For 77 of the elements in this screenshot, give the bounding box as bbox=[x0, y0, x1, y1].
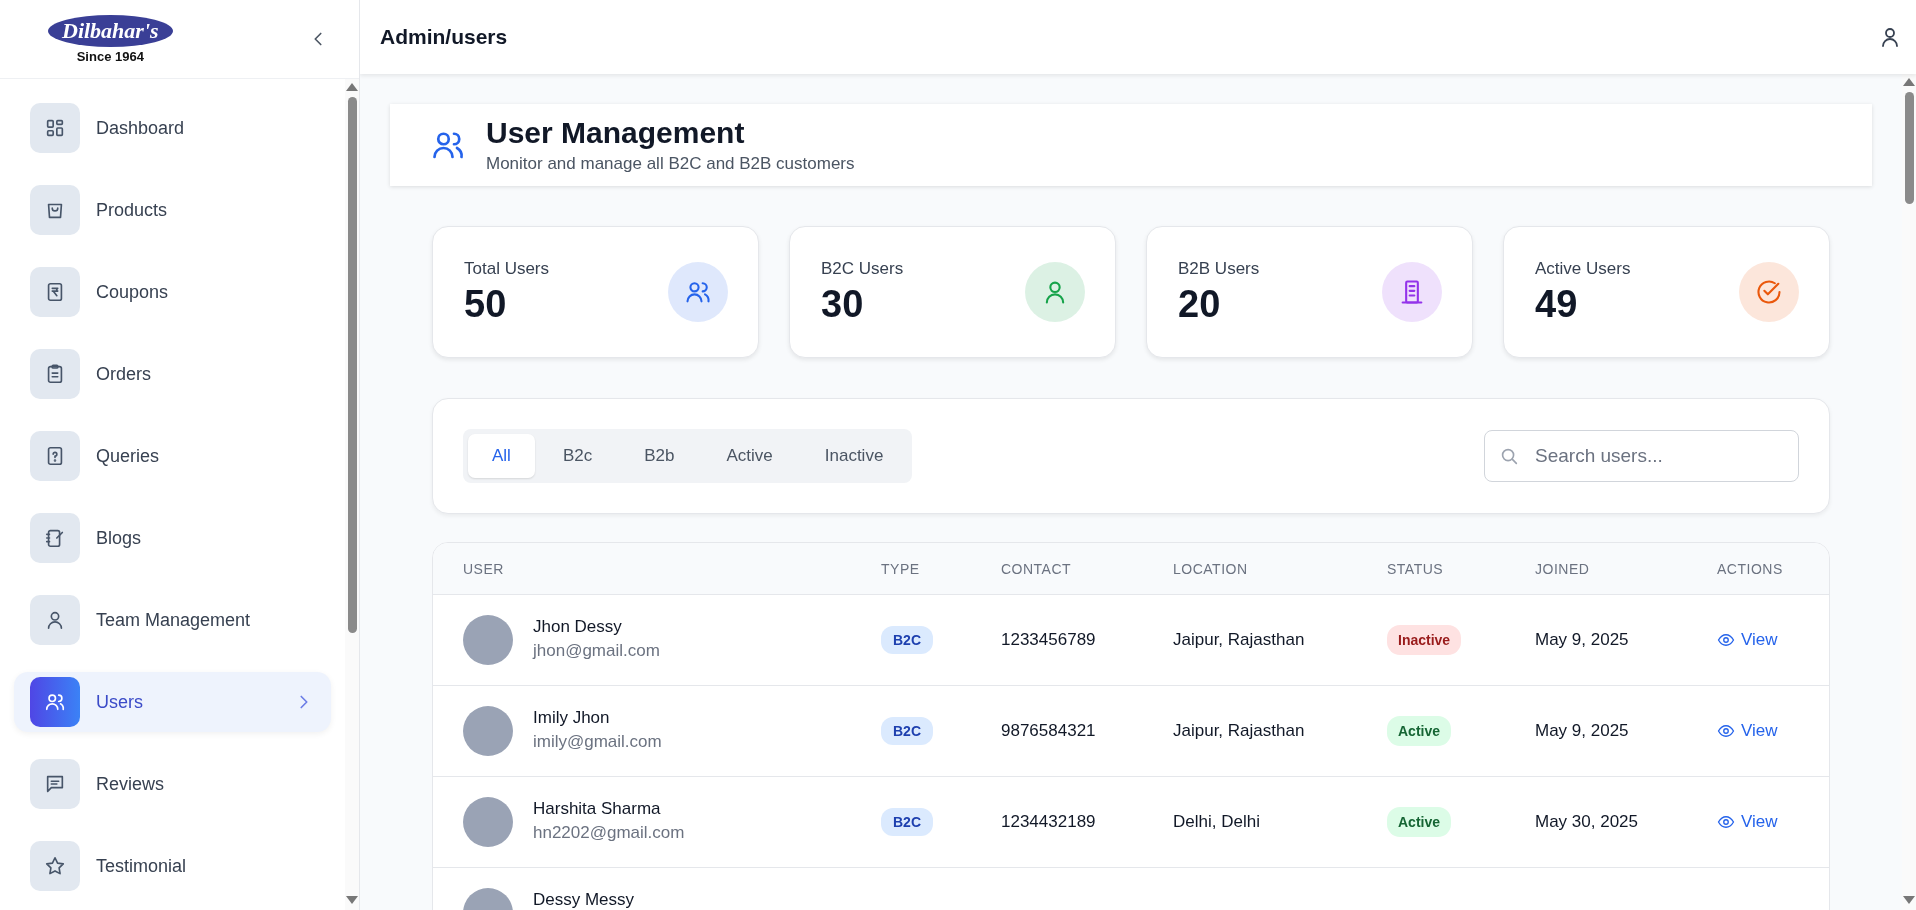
user-type-tag: B2C bbox=[881, 626, 933, 654]
stat-value: 20 bbox=[1178, 282, 1222, 326]
user-name: Imily Jhon bbox=[533, 708, 611, 728]
status-tag: Inactive bbox=[1387, 625, 1462, 655]
location-text: Delhi, Delhi bbox=[1173, 812, 1260, 832]
page-breadcrumb: Admin/users bbox=[380, 25, 508, 49]
user-type-tag: B2C bbox=[881, 717, 933, 745]
filter-tab[interactable]: B2c bbox=[538, 434, 617, 478]
column-header: JOINED bbox=[1535, 543, 1717, 595]
stat-label: B2B Users bbox=[1178, 258, 1260, 279]
column-header: TYPE bbox=[881, 543, 1001, 595]
sidebar-item[interactable]: Testimonial bbox=[14, 836, 331, 896]
filter-tab[interactable]: B2b bbox=[620, 434, 699, 478]
view-link[interactable]: View bbox=[1717, 812, 1778, 832]
stat-label: Active Users bbox=[1535, 258, 1631, 279]
column-header: USER bbox=[433, 543, 881, 595]
chat-icon bbox=[30, 759, 80, 809]
sidebar-item[interactable]: Products bbox=[14, 180, 331, 240]
grid-icon bbox=[30, 103, 80, 153]
stat-label: Total Users bbox=[464, 258, 550, 279]
filter-tab[interactable]: All bbox=[468, 434, 535, 478]
view-link[interactable]: View bbox=[1717, 721, 1778, 741]
page-subtitle: Monitor and manage all B2C and B2B customers bbox=[486, 154, 855, 174]
status-tag: Active bbox=[1387, 716, 1452, 746]
rupee-receipt-icon bbox=[30, 267, 80, 317]
user-email: jhon@gmail.com bbox=[533, 641, 660, 661]
sidebar-item[interactable]: Reviews bbox=[14, 754, 331, 814]
sidebar-item[interactable]: Users bbox=[14, 672, 331, 732]
page-title: User Management bbox=[486, 116, 746, 150]
stat-label: B2C Users bbox=[821, 258, 904, 279]
joined-date: May 30, 2025 bbox=[1535, 812, 1638, 832]
filter-tab[interactable]: Active bbox=[702, 434, 797, 478]
avatar-photo bbox=[463, 706, 513, 756]
stat-value: 49 bbox=[1535, 282, 1579, 326]
sidebar-item[interactable]: Orders bbox=[14, 344, 331, 404]
view-link[interactable]: View bbox=[1717, 630, 1778, 650]
column-header: ACTIONS bbox=[1717, 543, 1829, 595]
joined-date: May 9, 2025 bbox=[1535, 721, 1629, 741]
logo-brand: Dilbahar's bbox=[48, 14, 173, 47]
joined-date: May 9, 2025 bbox=[1535, 630, 1629, 650]
location-text: Jaipur, Rajasthan bbox=[1173, 630, 1305, 650]
sidebar-item[interactable]: Dashboard bbox=[14, 98, 331, 158]
bag-icon bbox=[30, 185, 80, 235]
search-field[interactable]: Search users... bbox=[1484, 430, 1799, 482]
eye-icon bbox=[1717, 631, 1735, 649]
avatar-photo bbox=[463, 615, 513, 665]
sidebar-item[interactable]: Team Management bbox=[14, 590, 331, 650]
notebook-pen-icon bbox=[30, 513, 80, 563]
eye-icon bbox=[1717, 722, 1735, 740]
stat-value: 50 bbox=[464, 282, 508, 326]
user-name: Dessy Messy bbox=[533, 890, 635, 910]
contact-text: 1233456789 bbox=[1001, 630, 1096, 650]
sidebar-item[interactable]: Blogs bbox=[14, 508, 331, 568]
user-email: imily@gmail.com bbox=[533, 732, 662, 752]
user-name: Jhon Dessy bbox=[533, 617, 623, 637]
user-type-tag: B2C bbox=[881, 808, 933, 836]
stat-value: 30 bbox=[821, 282, 865, 326]
contact-text: 9876584321 bbox=[1001, 721, 1096, 741]
user-name: Harshita Sharma bbox=[533, 799, 662, 819]
user-icon bbox=[30, 595, 80, 645]
column-header: LOCATION bbox=[1173, 543, 1387, 595]
eye-icon bbox=[1717, 813, 1735, 831]
user-email: hn2202@gmail.com bbox=[533, 823, 685, 843]
scrollbar[interactable] bbox=[345, 79, 359, 910]
logo-tagline: Since 1964 bbox=[76, 48, 144, 64]
sidebar-item[interactable]: Queries bbox=[14, 426, 331, 486]
clipboard-icon bbox=[30, 349, 80, 399]
sidebar-item[interactable]: Coupons bbox=[14, 262, 331, 322]
contact-text: 1234432189 bbox=[1001, 812, 1096, 832]
status-tag: Active bbox=[1387, 807, 1452, 837]
users-icon bbox=[30, 677, 80, 727]
question-icon bbox=[30, 431, 80, 481]
avatar-photo bbox=[463, 797, 513, 847]
column-header: CONTACT bbox=[1001, 543, 1173, 595]
location-text: Jaipur, Rajasthan bbox=[1173, 721, 1305, 741]
filter-tab[interactable]: Inactive bbox=[800, 434, 908, 478]
column-header: STATUS bbox=[1387, 543, 1535, 595]
